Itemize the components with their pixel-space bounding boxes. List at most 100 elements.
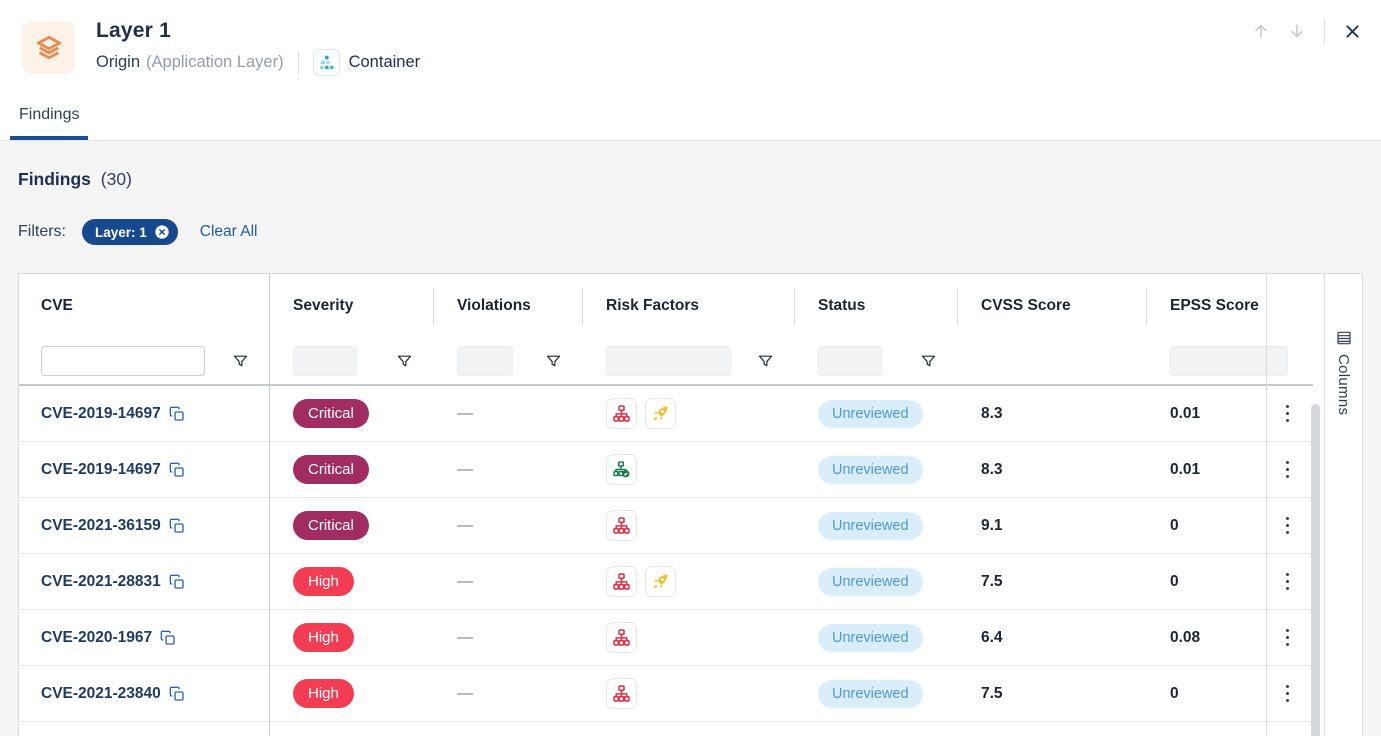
- table-filter-row: [19, 338, 1313, 386]
- risk-factors-cell: [582, 678, 794, 709]
- risk-factors-cell: [582, 510, 794, 541]
- violations-value: —: [457, 461, 473, 479]
- severity-badge: Critical: [293, 511, 369, 540]
- status-badge: Unreviewed: [818, 456, 923, 484]
- findings-section: Findings (30) Filters: Layer: 1 Clear Al…: [0, 141, 1381, 736]
- severity-filter-input[interactable]: [293, 346, 357, 376]
- violations-value: —: [457, 685, 473, 703]
- page-title: Layer 1: [96, 19, 420, 43]
- table-row: CVE-2019-14697 Critical — Unreviewed 8.3: [19, 442, 1313, 498]
- epss-filter-input[interactable]: [1170, 346, 1288, 376]
- risk-factors-filter-input[interactable]: [606, 346, 731, 376]
- cve-filter-input[interactable]: [41, 346, 205, 376]
- sitemap-red-icon: [606, 510, 637, 541]
- sitemap-green-check-icon: [606, 454, 637, 485]
- status-filter-input[interactable]: [818, 346, 882, 376]
- cve-link[interactable]: CVE-2021-23840: [41, 685, 161, 703]
- status-badge: Unreviewed: [818, 512, 923, 540]
- status-funnel-icon[interactable]: [920, 353, 937, 370]
- sitemap-red-icon: [606, 566, 637, 597]
- risk-factors-cell: [582, 566, 794, 597]
- divider: [957, 288, 958, 325]
- columns-grid-icon: [1336, 330, 1352, 346]
- epss-score: 0.01: [1170, 405, 1200, 423]
- table-row: CVE-2021-36159 Critical — Unreviewed 9.1…: [19, 498, 1313, 554]
- copy-icon[interactable]: [169, 686, 185, 702]
- copy-icon[interactable]: [169, 462, 185, 478]
- prev-up-arrow-icon[interactable]: [1248, 18, 1274, 44]
- column-header-epss[interactable]: EPSS Score: [1146, 297, 1266, 315]
- cvss-score: 7.5: [981, 573, 1003, 591]
- row-menu-kebab-icon[interactable]: [1282, 401, 1293, 426]
- divider: [794, 288, 795, 325]
- severity-badge: High: [293, 623, 354, 652]
- violations-value: —: [457, 629, 473, 647]
- divider: [582, 288, 583, 325]
- table-header-row: CVE Severity Violations Risk Factors Sta…: [19, 274, 1313, 338]
- sitemap-red-icon: [606, 622, 637, 653]
- close-icon[interactable]: [1339, 18, 1365, 44]
- column-header-cvss[interactable]: CVSS Score: [957, 297, 1146, 315]
- vertical-scrollbar[interactable]: [1311, 404, 1320, 736]
- row-menu-kebab-icon[interactable]: [1282, 625, 1293, 650]
- copy-icon[interactable]: [169, 574, 185, 590]
- severity-badge: Critical: [293, 455, 369, 484]
- table-row: CVE-2021-28831 High — Unreviewed 7.: [19, 554, 1313, 610]
- divider: [433, 288, 434, 325]
- severity-badge: High: [293, 567, 354, 596]
- row-menu-kebab-icon[interactable]: [1282, 569, 1293, 594]
- filter-chip-layer[interactable]: Layer: 1: [82, 219, 178, 245]
- copy-icon[interactable]: [169, 406, 185, 422]
- cve-link[interactable]: CVE-2021-28831: [41, 573, 161, 591]
- severity-funnel-icon[interactable]: [396, 353, 413, 370]
- pinned-column-divider: [269, 274, 270, 736]
- tab-findings[interactable]: Findings: [10, 106, 88, 140]
- sitemap-red-icon: [606, 678, 637, 709]
- divider: [298, 52, 299, 74]
- violations-value: —: [457, 573, 473, 591]
- status-badge: Unreviewed: [818, 568, 923, 596]
- column-header-status[interactable]: Status: [794, 297, 957, 315]
- cve-funnel-icon[interactable]: [232, 353, 249, 370]
- epss-score: 0: [1170, 685, 1179, 703]
- epss-score: 0.08: [1170, 629, 1200, 647]
- copy-icon[interactable]: [169, 518, 185, 534]
- table-row: CVE-2020-1967 High — Unreviewed 6.4 0.08: [19, 610, 1313, 666]
- cvss-score: 8.3: [981, 461, 1003, 479]
- copy-icon[interactable]: [160, 630, 176, 646]
- entity-header: Layer 1 Origin (Application Layer) Conta…: [0, 0, 1381, 95]
- cve-link[interactable]: CVE-2021-36159: [41, 517, 161, 535]
- severity-badge: High: [293, 679, 354, 708]
- status-badge: Unreviewed: [818, 624, 923, 652]
- tab-bar: Findings: [0, 95, 1381, 141]
- columns-panel-toggle[interactable]: Columns: [1324, 274, 1362, 736]
- epss-score: 0: [1170, 517, 1179, 535]
- cve-link[interactable]: CVE-2020-1967: [41, 629, 152, 647]
- divider: [1146, 288, 1147, 325]
- epss-score: 0: [1170, 573, 1179, 591]
- violations-filter-input[interactable]: [457, 346, 513, 376]
- violations-funnel-icon[interactable]: [545, 353, 562, 370]
- cve-link[interactable]: CVE-2019-14697: [41, 405, 161, 423]
- status-badge: Unreviewed: [818, 400, 923, 428]
- severity-badge: Critical: [293, 399, 369, 428]
- risk-factors-funnel-icon[interactable]: [757, 353, 774, 370]
- cve-link[interactable]: CVE-2019-14697: [41, 461, 161, 479]
- column-header-risk-factors[interactable]: Risk Factors: [582, 297, 794, 315]
- row-menu-kebab-icon[interactable]: [1282, 681, 1293, 706]
- clear-all-link[interactable]: Clear All: [200, 223, 258, 241]
- filter-chip-label: Layer: 1: [95, 225, 147, 240]
- column-header-severity[interactable]: Severity: [269, 297, 433, 315]
- status-badge: Unreviewed: [818, 680, 923, 708]
- cvss-score: 7.5: [981, 685, 1003, 703]
- rocket-yellow-icon: [645, 566, 676, 597]
- table-row: CVE-2019-14697 Critical — Unreviewed: [19, 386, 1313, 442]
- sitemap-red-icon: [606, 398, 637, 429]
- row-menu-kebab-icon[interactable]: [1282, 457, 1293, 482]
- row-menu-kebab-icon[interactable]: [1282, 513, 1293, 538]
- column-header-violations[interactable]: Violations: [433, 297, 582, 315]
- violations-value: —: [457, 405, 473, 423]
- column-header-cve[interactable]: CVE: [19, 297, 269, 315]
- next-down-arrow-icon[interactable]: [1284, 18, 1310, 44]
- remove-filter-icon[interactable]: [154, 224, 170, 240]
